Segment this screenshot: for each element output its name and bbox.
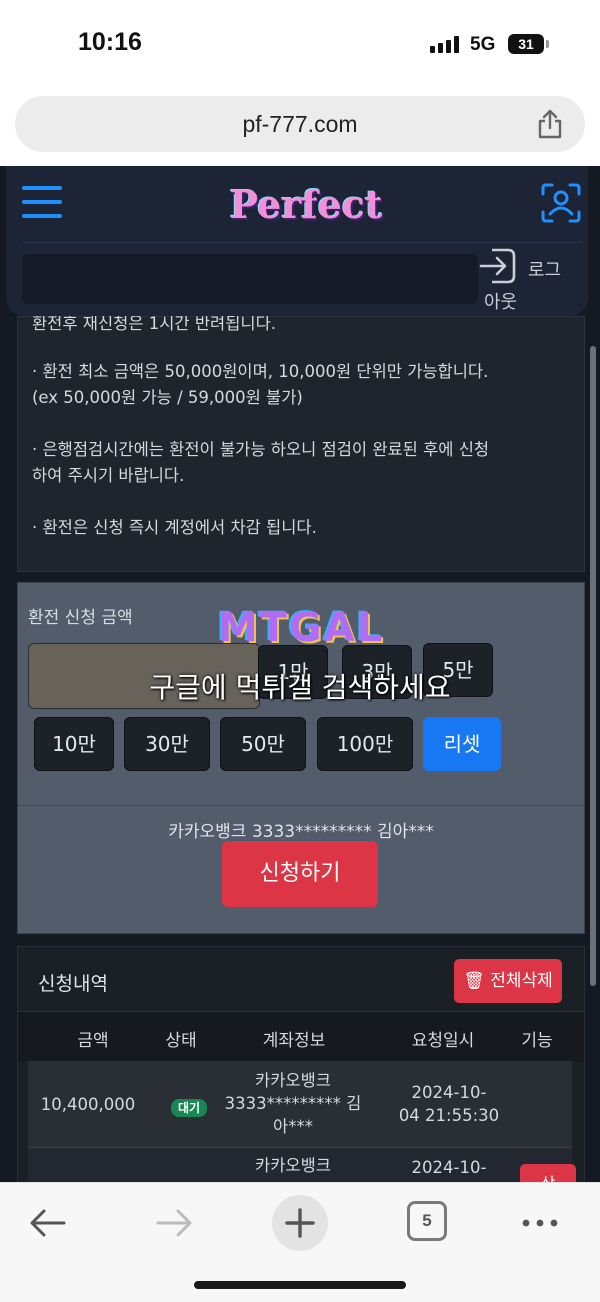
- site-logo[interactable]: Perfect: [206, 182, 406, 227]
- row-delete-button[interactable]: 삭: [520, 1164, 576, 1182]
- notice-line-2b: 하여 주시기 바랍니다.: [32, 466, 185, 485]
- battery-icon: 31: [508, 34, 544, 54]
- col-action: 기능: [521, 1031, 553, 1051]
- row-amount: 10,400,000: [40, 1095, 136, 1114]
- table-header: 금액 상태 계좌정보 요청일시 기능: [18, 1011, 584, 1062]
- header-info-bar: [22, 254, 478, 304]
- watermark-text: 구글에 먹튀갤 검색하세요: [149, 671, 451, 704]
- col-status: 상태: [165, 1031, 197, 1051]
- row-account-3: 아***: [273, 1117, 313, 1136]
- table-row: 10,400,000 대기 카카오뱅크 3333********* 김 아***…: [28, 1061, 572, 1148]
- row-status: 대기: [154, 1095, 224, 1120]
- notice-line-1b: (ex 50,000원 가능 / 59,000원 불가): [32, 388, 303, 407]
- notice-line-3: · 환전은 신청 즉시 계정에서 차감 됩니다.: [32, 518, 317, 537]
- row-date-2: 04 21:55:30: [398, 1106, 500, 1125]
- apply-button[interactable]: 신청하기: [222, 841, 378, 907]
- delete-all-label: 전체삭제: [490, 971, 553, 991]
- browser-toolbar: 5: [0, 1182, 600, 1302]
- plus-icon: [285, 1208, 315, 1238]
- notice-box: 환전후 재신청은 1시간 반려됩니다. · 환전 최소 금액은 50,000원이…: [17, 314, 585, 572]
- battery-tip: [546, 40, 549, 48]
- trash-icon: 🗑: [463, 971, 485, 991]
- logout-icon[interactable]: [478, 246, 518, 286]
- new-tab-button[interactable]: [272, 1195, 328, 1251]
- col-amount: 금액: [77, 1031, 109, 1051]
- reset-button[interactable]: 리셋: [423, 717, 501, 771]
- row2-account-1: 카카오뱅크: [255, 1156, 331, 1175]
- table-row: 카카오뱅크 2024-10- 삭: [28, 1148, 576, 1182]
- form-divider: [18, 805, 584, 806]
- url-text: pf-777.com: [242, 111, 358, 137]
- status-bar: 10:16 5G 31: [0, 0, 600, 88]
- row-account-2: 3333********* 김: [224, 1094, 362, 1113]
- chip-500k[interactable]: 50만: [220, 717, 306, 771]
- chip-100k[interactable]: 10만: [34, 717, 114, 771]
- share-icon[interactable]: [535, 108, 565, 140]
- forward-arrow-icon[interactable]: [152, 1201, 196, 1245]
- tab-count-button[interactable]: 5: [407, 1201, 447, 1241]
- row-date-1: 2024-10-: [411, 1083, 487, 1102]
- back-arrow-icon[interactable]: [26, 1201, 70, 1245]
- site-header: Perfect 로그 아웃: [6, 166, 588, 316]
- notice-line-2a: · 은행점검시간에는 환전이 불가능 하오니 점검이 완료된 후에 신청: [32, 440, 490, 459]
- hamburger-menu-icon[interactable]: [22, 186, 62, 220]
- watermark-logo: MTGAL: [217, 605, 385, 651]
- logout-label-2[interactable]: 아웃: [484, 288, 517, 314]
- notice-line-1a: · 환전 최소 금액은 50,000원이며, 10,000원 단위만 가능합니다…: [32, 362, 489, 381]
- home-indicator: [194, 1281, 406, 1289]
- col-account: 계좌정보: [262, 1031, 326, 1051]
- user-scan-icon[interactable]: [540, 182, 582, 224]
- network-label: 5G: [470, 34, 496, 55]
- bank-account-info: 카카오뱅크 3333********* 김아***: [168, 822, 434, 842]
- more-dots-icon[interactable]: [518, 1201, 562, 1245]
- header-divider: [22, 242, 582, 243]
- col-date: 요청일시: [411, 1031, 475, 1051]
- delete-all-button[interactable]: 🗑 전체삭제: [454, 959, 562, 1003]
- history-title: 신청내역: [38, 973, 108, 995]
- address-bar[interactable]: pf-777.com: [15, 96, 585, 152]
- row-account-1: 카카오뱅크: [255, 1071, 331, 1090]
- chip-300k[interactable]: 30만: [124, 717, 210, 771]
- row2-date-1: 2024-10-: [411, 1158, 487, 1177]
- logout-label-1[interactable]: 로그: [528, 256, 561, 282]
- amount-label: 환전 신청 금액: [28, 608, 133, 628]
- signal-icon: [430, 34, 462, 53]
- history-panel: 신청내역 🗑 전체삭제 금액 상태 계좌정보 요청일시 기능 10,400,00…: [17, 946, 585, 1182]
- status-time: 10:16: [78, 28, 142, 56]
- chip-1m[interactable]: 100만: [317, 717, 413, 771]
- status-badge: 대기: [170, 1099, 208, 1117]
